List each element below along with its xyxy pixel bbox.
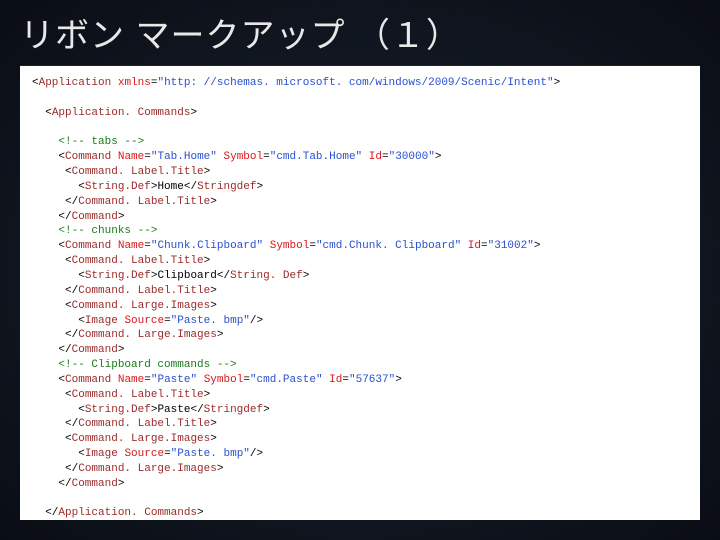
xmlns-val: http: //schemas. microsoft. com/windows/…: [164, 77, 547, 89]
clip-comment: <!-- Clipboard commands -->: [58, 359, 236, 371]
commands-close: Application. Commands: [58, 507, 197, 519]
commands-open: Application. Commands: [52, 107, 191, 119]
code-block: <Application xmlns="http: //schemas. mic…: [20, 65, 700, 520]
slide: リボン マークアップ （１） <Application xmlns="http:…: [0, 0, 720, 540]
chunks-comment: <!-- chunks -->: [58, 225, 157, 237]
tabs-comment: <!-- tabs -->: [58, 136, 144, 148]
slide-title: リボン マークアップ （１）: [0, 0, 720, 61]
